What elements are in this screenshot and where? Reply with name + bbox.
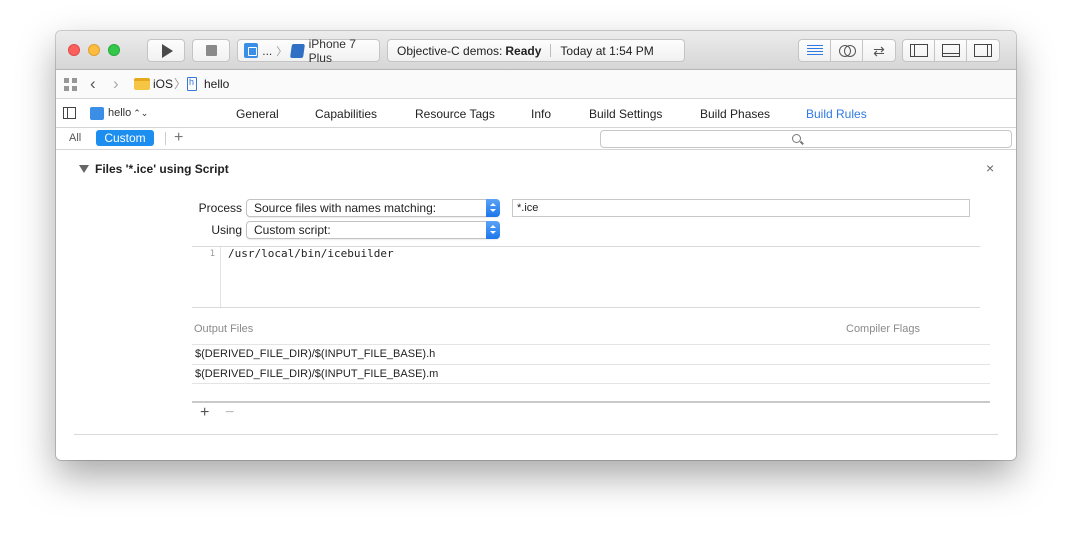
build-rule-header: Files '*.ice' using Script × <box>56 150 1016 184</box>
project-tab-bar: hello ⌃⌄ General Capabilities Resource Ta… <box>56 99 1016 128</box>
output-file-row[interactable]: $(DERIVED_FILE_DIR)/$(INPUT_FILE_BASE).m <box>192 364 990 384</box>
breadcrumb-file[interactable]: hello <box>204 77 229 91</box>
breadcrumb-folder[interactable]: iOS <box>153 77 173 91</box>
activity-viewer: Objective-C demos: Ready Today at 1:54 P… <box>387 39 685 62</box>
toggle-debug-area-button[interactable] <box>935 40 967 61</box>
stop-icon <box>205 45 217 56</box>
debug-panel-icon <box>941 44 960 57</box>
scheme-icon <box>244 43 259 58</box>
search-field[interactable] <box>600 130 1012 148</box>
filter-custom-button[interactable]: Custom <box>96 130 154 146</box>
device-name: iPhone 7 Plus <box>308 36 356 65</box>
tab-capabilities[interactable]: Capabilities <box>315 107 377 121</box>
search-input[interactable] <box>601 131 1011 147</box>
assistant-editor-icon <box>838 44 856 57</box>
using-popup[interactable]: Custom script: <box>246 221 500 239</box>
script-editor[interactable]: 1 /usr/local/bin/icebuilder <box>192 246 980 308</box>
filter-all-button[interactable]: All <box>69 132 81 144</box>
process-popup-value: Source files with names matching: <box>254 201 437 215</box>
add-output-file-button[interactable]: + <box>200 404 209 422</box>
close-window-button[interactable] <box>68 44 80 56</box>
play-icon <box>162 43 173 58</box>
breadcrumb-separator: 〉 <box>174 77 187 91</box>
tab-build-rules[interactable]: Build Rules <box>806 107 867 121</box>
remove-output-file-button[interactable]: − <box>225 404 234 422</box>
window-toolbar: ... 〉 iPhone 7 Plus Objective-C demos: R… <box>56 31 1016 70</box>
line-number: 1 <box>209 249 215 259</box>
filter-divider <box>165 132 166 145</box>
tab-build-settings[interactable]: Build Settings <box>589 107 662 121</box>
using-label: Using <box>211 223 242 237</box>
targets-sidebar-icon[interactable] <box>63 107 76 119</box>
assistant-editor-button[interactable] <box>831 40 863 61</box>
project-file-icon <box>187 77 197 91</box>
device-icon <box>290 43 306 58</box>
rule-bottom-divider <box>74 434 998 435</box>
zoom-window-button[interactable] <box>108 44 120 56</box>
forward-arrow-icon[interactable]: › <box>113 74 119 94</box>
view-control <box>902 39 1000 62</box>
popup-arrows-icon <box>486 221 500 239</box>
activity-project: Objective-C demos: <box>397 43 503 58</box>
add-rule-button[interactable]: + <box>174 128 183 148</box>
output-files-table: $(DERIVED_FILE_DIR)/$(INPUT_FILE_BASE).h… <box>192 344 990 384</box>
updown-chevron-icon: ⌃⌄ <box>133 108 149 118</box>
popup-arrows-icon <box>486 199 500 217</box>
process-label: Process <box>198 201 242 215</box>
standard-editor-icon <box>806 45 823 56</box>
version-editor-icon: ⇄ <box>873 42 885 59</box>
folder-icon <box>134 78 150 90</box>
compiler-flags-header: Compiler Flags <box>846 323 920 335</box>
scheme-name: ... <box>262 43 273 58</box>
script-code-line[interactable]: /usr/local/bin/icebuilder <box>228 247 394 260</box>
disclosure-triangle-icon[interactable] <box>79 165 89 173</box>
activity-divider <box>550 44 552 57</box>
using-popup-value: Custom script: <box>254 223 331 237</box>
activity-status: Ready <box>505 43 542 58</box>
utilities-panel-icon <box>974 44 992 57</box>
minimize-window-button[interactable] <box>88 44 100 56</box>
delete-rule-button[interactable]: × <box>986 160 994 176</box>
run-button[interactable] <box>147 39 185 62</box>
activity-time: Today at 1:54 PM <box>560 43 654 58</box>
navigator-panel-icon <box>909 44 928 57</box>
target-selector[interactable]: hello ⌃⌄ <box>108 107 148 119</box>
tab-info[interactable]: Info <box>531 107 551 121</box>
tab-build-phases[interactable]: Build Phases <box>700 107 770 121</box>
process-popup[interactable]: Source files with names matching: <box>246 199 500 217</box>
target-name: hello <box>108 107 132 119</box>
version-editor-button[interactable]: ⇄ <box>863 40 895 61</box>
tab-resource-tags[interactable]: Resource Tags <box>415 107 495 121</box>
build-rule-title: Files '*.ice' using Script <box>95 162 229 176</box>
output-files-header: Output Files <box>194 323 254 335</box>
scheme-selector[interactable]: ... 〉 iPhone 7 Plus <box>237 36 380 65</box>
target-app-icon <box>90 107 104 120</box>
jump-bar: ‹ › iOS 〉 hello <box>56 70 1016 99</box>
toggle-utilities-button[interactable] <box>967 40 999 61</box>
line-number-gutter: 1 <box>192 247 221 307</box>
stop-button[interactable] <box>192 39 230 62</box>
filter-bar: All Custom + <box>56 128 1016 150</box>
back-arrow-icon[interactable]: ‹ <box>90 74 96 94</box>
scheme-separator: 〉 <box>276 45 288 58</box>
toggle-navigator-button[interactable] <box>903 40 935 61</box>
related-items-icon[interactable] <box>64 78 77 91</box>
editor-mode-control: ⇄ <box>798 39 896 62</box>
tab-general[interactable]: General <box>236 107 279 121</box>
output-file-row[interactable]: $(DERIVED_FILE_DIR)/$(INPUT_FILE_BASE).h <box>192 344 990 364</box>
xcode-window: ... 〉 iPhone 7 Plus Objective-C demos: R… <box>56 31 1016 460</box>
output-files-toolbar: + − <box>192 401 990 423</box>
standard-editor-button[interactable] <box>799 40 831 61</box>
file-pattern-field[interactable]: *.ice <box>512 199 970 217</box>
